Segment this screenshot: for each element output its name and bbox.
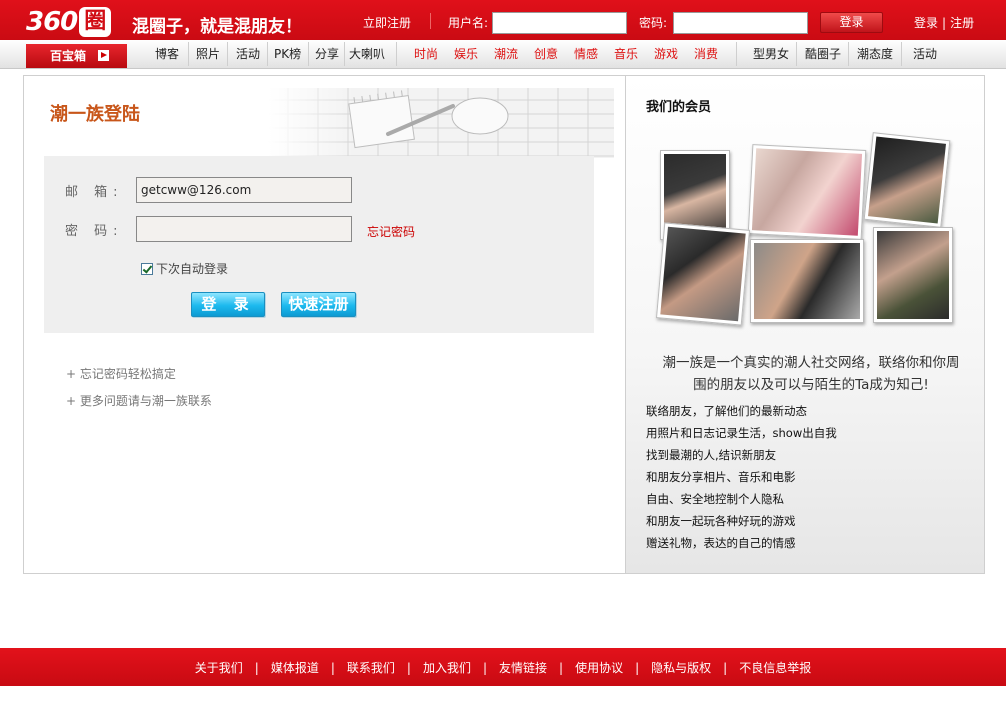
footer-link-terms[interactable]: 使用协议 bbox=[575, 661, 623, 675]
nav-divider bbox=[344, 42, 345, 66]
nav-divider bbox=[396, 42, 397, 66]
footer-link-media[interactable]: 媒体报道 bbox=[271, 661, 319, 675]
baobox-button[interactable]: 百宝箱 bbox=[26, 44, 127, 68]
nav-item-photos[interactable]: 照片 bbox=[196, 46, 220, 63]
remember-me-label: 下次自动登录 bbox=[156, 262, 229, 276]
feature-item: 和朋友分享相片、音乐和电影 bbox=[646, 470, 796, 484]
nav-item-trend[interactable]: 潮流 bbox=[494, 46, 518, 63]
feature-item: 赠送礼物，表达的自己的情感 bbox=[646, 536, 796, 550]
nav-item-music[interactable]: 音乐 bbox=[614, 46, 638, 63]
members-title: 我们的会员 bbox=[646, 100, 712, 115]
login-pane: 潮一族登陆 邮 箱: getcww@126.com 密 码: 忘记密码 下次自动… bbox=[24, 76, 625, 573]
quick-register-button[interactable]: 快速注册 bbox=[281, 292, 356, 317]
footer: 关于我们 | 媒体报道 | 联系我们 | 加入我们 | 友情链接 | 使用协议 | 隐私与版权 | 不良信息… bbox=[0, 648, 1006, 686]
members-intro: 潮一族是一个真实的潮人社交网络，联络你和你周围的朋友以及可以与陌生的Ta成为知己… bbox=[662, 355, 960, 393]
nav-item-speaker[interactable]: 大喇叭 bbox=[349, 46, 385, 63]
login-button[interactable]: 登 录 bbox=[191, 292, 265, 317]
main-panel: 潮一族登陆 邮 箱: getcww@126.com 密 码: 忘记密码 下次自动… bbox=[23, 75, 985, 574]
site-slogan: 混圈子，就是混朋友！ bbox=[132, 17, 302, 37]
feature-item: 和朋友一起玩各种好玩的游戏 bbox=[646, 514, 796, 528]
nav-item-emotion[interactable]: 情感 bbox=[574, 46, 598, 63]
nav-item-activities[interactable]: 活动 bbox=[913, 46, 937, 63]
nav-divider bbox=[736, 42, 737, 66]
header-login-link[interactable]: 登录 bbox=[914, 16, 938, 30]
login-form: 邮 箱: getcww@126.com 密 码: 忘记密码 下次自动登录 登 录… bbox=[44, 156, 594, 333]
footer-link-join[interactable]: 加入我们 bbox=[423, 661, 471, 675]
nav-item-entertainment[interactable]: 娱乐 bbox=[454, 46, 478, 63]
header-links: 登录 | 注册 bbox=[914, 14, 974, 31]
nav-bar: 百宝箱 博客 照片 活动 PK榜 分享 大喇叭 时尚 娱乐 潮流 创意 情感 音… bbox=[0, 40, 1006, 69]
feature-item: 找到最潮的人,结识新朋友 bbox=[646, 448, 777, 462]
footer-link-report[interactable]: 不良信息举报 bbox=[739, 661, 811, 675]
link-separator: | bbox=[942, 16, 947, 30]
baobox-label: 百宝箱 bbox=[50, 49, 87, 63]
footer-links: 关于我们 | 媒体报道 | 联系我们 | 加入我们 | 友情链接 | 使用协议 | 隐私与版权 | 不良信息… bbox=[194, 661, 812, 675]
nav-item-cool-circle[interactable]: 酷圈子 bbox=[805, 46, 841, 63]
help-contact-link[interactable]: + 更多问题请与潮一族联系 bbox=[66, 392, 212, 409]
password-field-label: 密 码: bbox=[65, 224, 124, 239]
member-photo[interactable] bbox=[873, 227, 953, 323]
feature-item: 用照片和日志记录生活，show出自我 bbox=[646, 426, 837, 440]
logo-number: 360 bbox=[26, 7, 78, 37]
remember-me-checkbox[interactable] bbox=[141, 262, 153, 275]
remember-me[interactable]: 下次自动登录 bbox=[141, 260, 228, 277]
footer-link-contact[interactable]: 联系我们 bbox=[347, 661, 395, 675]
top-header: 360 圈 混圈子，就是混朋友！ 立即注册 用户名: 密码: 登录 登录 | 注册 bbox=[0, 0, 1006, 44]
nav-item-attitude[interactable]: 潮态度 bbox=[857, 46, 893, 63]
email-field[interactable]: getcww@126.com bbox=[136, 177, 352, 203]
header-register-link[interactable]: 注册 bbox=[950, 16, 974, 30]
nav-item-fashion[interactable]: 时尚 bbox=[414, 46, 438, 63]
help-forgot-password-link[interactable]: + 忘记密码轻松搞定 bbox=[66, 365, 176, 382]
nav-item-share[interactable]: 分享 bbox=[315, 46, 339, 63]
footer-link-about[interactable]: 关于我们 bbox=[195, 661, 243, 675]
header-login-button[interactable]: 登录 bbox=[820, 12, 883, 33]
nav-item-stylish-people[interactable]: 型男女 bbox=[753, 46, 789, 63]
member-photo[interactable] bbox=[750, 239, 864, 323]
header-password-input[interactable] bbox=[673, 12, 808, 34]
nav-divider bbox=[227, 42, 228, 66]
footer-link-friends[interactable]: 友情链接 bbox=[499, 661, 547, 675]
nav-item-events[interactable]: 活动 bbox=[236, 46, 260, 63]
member-photo[interactable] bbox=[655, 222, 751, 326]
nav-item-pk-rank[interactable]: PK榜 bbox=[274, 46, 301, 63]
member-photo[interactable] bbox=[863, 132, 951, 228]
password-field[interactable] bbox=[136, 216, 352, 242]
nav-divider bbox=[188, 42, 189, 66]
diary-notebook-icon bbox=[268, 88, 614, 158]
nav-item-blog[interactable]: 博客 bbox=[155, 46, 179, 63]
email-label: 邮 箱: bbox=[65, 185, 124, 200]
play-arrow-icon bbox=[98, 50, 109, 61]
member-photo[interactable] bbox=[747, 144, 867, 240]
password-label: 密码: bbox=[639, 16, 668, 30]
login-title: 潮一族登陆 bbox=[50, 104, 140, 125]
register-now-link[interactable]: 立即注册 bbox=[363, 14, 411, 31]
members-pane: 我们的会员 潮一族是一个真实的潮人社交网络，联络你和你周围的朋友以及可以与陌生的… bbox=[625, 76, 984, 573]
nav-divider bbox=[308, 42, 309, 66]
logo-character: 圈 bbox=[79, 7, 112, 37]
nav-divider bbox=[796, 42, 797, 66]
header-username-input[interactable] bbox=[492, 12, 627, 34]
nav-divider bbox=[901, 42, 902, 66]
footer-link-privacy[interactable]: 隐私与版权 bbox=[651, 661, 711, 675]
username-label: 用户名: bbox=[448, 16, 489, 30]
feature-item: 自由、安全地控制个人隐私 bbox=[646, 492, 784, 506]
nav-item-consume[interactable]: 消费 bbox=[694, 46, 718, 63]
nav-item-creative[interactable]: 创意 bbox=[534, 46, 558, 63]
nav-divider bbox=[267, 42, 268, 66]
feature-item: 联络朋友，了解他们的最新动态 bbox=[646, 404, 807, 418]
nav-item-games[interactable]: 游戏 bbox=[654, 46, 678, 63]
forgot-password-link[interactable]: 忘记密码 bbox=[367, 223, 415, 240]
divider bbox=[430, 13, 431, 29]
site-logo[interactable]: 360 圈 bbox=[26, 6, 112, 38]
nav-divider bbox=[848, 42, 849, 66]
